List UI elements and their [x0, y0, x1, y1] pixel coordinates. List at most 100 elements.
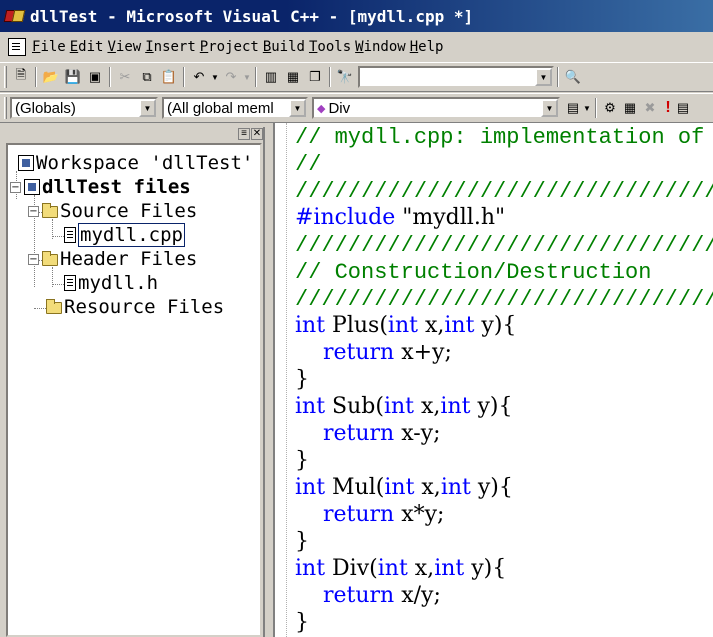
- title-bar[interactable]: dllTest - Microsoft Visual C++ - [mydll.…: [0, 0, 713, 32]
- document-icon[interactable]: [8, 38, 26, 56]
- chevron-down-icon[interactable]: ▼: [139, 99, 156, 117]
- code-line: return x/y;: [295, 582, 713, 609]
- code-keyword: int: [440, 475, 471, 500]
- tree-item-workspace[interactable]: Workspace 'dllTest': [18, 151, 253, 175]
- menu-item[interactable]: Window: [355, 39, 410, 55]
- go-icon[interactable]: ▤: [676, 97, 690, 119]
- code-line: #include "mydll.h": [295, 204, 713, 231]
- visual-cpp-app-icon[interactable]: [3, 5, 26, 27]
- stop-build-icon[interactable]: ✖: [640, 97, 660, 119]
- save-icon[interactable]: 💾: [62, 66, 84, 88]
- code-line: }: [295, 366, 713, 393]
- filter-combo-value: (All global meml: [167, 99, 274, 117]
- code-token: x+y;: [394, 340, 452, 365]
- toolbar-separator: [557, 67, 559, 87]
- tree-item-mydll-h[interactable]: mydll.h: [64, 271, 158, 295]
- paste-icon[interactable]: 📋: [158, 66, 180, 88]
- menu-item[interactable]: Edit: [70, 39, 108, 55]
- menu-item[interactable]: View: [107, 39, 145, 55]
- menu-item[interactable]: File: [32, 39, 70, 55]
- filter-combo[interactable]: (All global meml ▼: [162, 97, 308, 119]
- toolbar-separator: [35, 67, 37, 87]
- find-icon[interactable]: 🔍: [562, 66, 584, 88]
- menu-mnemonic: P: [199, 39, 209, 55]
- code-keyword: return: [322, 583, 395, 608]
- menu-label: indow: [363, 39, 406, 55]
- toolbar-separator: [183, 67, 185, 87]
- menu-bar: File Edit View Insert Project Build Tools Windo…: [0, 34, 713, 60]
- wizard-action-icon[interactable]: ▤: [564, 97, 582, 119]
- menu-label: nsert: [153, 39, 196, 55]
- output-window-icon[interactable]: ▦: [282, 66, 304, 88]
- copy-icon[interactable]: ⧉: [136, 66, 158, 88]
- menu-item[interactable]: Build: [263, 39, 309, 55]
- code-editor[interactable]: // mydll.cpp: implementation of /////////…: [273, 123, 713, 637]
- collapse-icon[interactable]: −: [28, 253, 39, 265]
- code-token: x*y;: [394, 502, 445, 527]
- redo-dropdown-icon[interactable]: ▼: [242, 66, 252, 88]
- find-combo[interactable]: ▼: [358, 66, 554, 88]
- collapse-icon[interactable]: −: [28, 205, 39, 217]
- undo-icon[interactable]: ↶: [188, 66, 210, 88]
- menu-item[interactable]: Tools: [309, 39, 355, 55]
- tree-item-label: dllTest files: [42, 176, 191, 198]
- tree-item-source-files[interactable]: − Source Files: [28, 199, 197, 223]
- toolbar-grip[interactable]: [4, 66, 7, 88]
- tree-item-label: Header Files: [60, 248, 198, 270]
- code-comment: // mydll.cpp: implementation of: [295, 125, 705, 150]
- class-combo-value: (Globals): [15, 99, 76, 117]
- editor-gutter[interactable]: [275, 123, 287, 637]
- code-keyword: int: [444, 313, 475, 338]
- chevron-down-icon[interactable]: ▼: [289, 99, 306, 117]
- tree-item-header-files[interactable]: − Header Files: [28, 247, 197, 271]
- code-keyword: int: [434, 556, 465, 581]
- code-keyword: return: [322, 340, 395, 365]
- tree-item-mydll-cpp[interactable]: mydll.cpp: [64, 223, 185, 247]
- chevron-down-icon[interactable]: ▼: [535, 68, 552, 86]
- workspace-icon: [18, 155, 34, 171]
- code-keyword: int: [377, 556, 408, 581]
- save-all-icon[interactable]: ▣: [84, 66, 106, 88]
- tree-item-project[interactable]: − dllTest files: [10, 175, 191, 199]
- wizard-action-dropdown-icon[interactable]: ▼: [582, 97, 592, 119]
- find-in-files-icon[interactable]: 🔭: [334, 66, 356, 88]
- code-line: ////////////////////////////////: [295, 177, 713, 204]
- code-token: }: [295, 448, 309, 473]
- compile-icon[interactable]: ⚙: [600, 97, 620, 119]
- window-title: dllTest - Microsoft Visual C++ - [mydll.…: [30, 6, 474, 26]
- tree-item-label: Workspace 'dllTest': [36, 152, 254, 174]
- code-line: return x+y;: [295, 339, 713, 366]
- redo-icon[interactable]: ↷: [220, 66, 242, 88]
- code-keyword: int: [387, 313, 418, 338]
- collapse-icon[interactable]: −: [10, 181, 21, 193]
- close-pane-icon[interactable]: ✕: [251, 128, 263, 140]
- open-folder-icon[interactable]: 📂: [40, 66, 62, 88]
- execute-icon[interactable]: !: [660, 97, 676, 119]
- code-comment: ////////////////////////////////: [295, 233, 713, 258]
- maximize-pane-icon[interactable]: ≡: [238, 128, 250, 140]
- undo-dropdown-icon[interactable]: ▼: [210, 66, 220, 88]
- class-combo[interactable]: (Globals) ▼: [10, 97, 158, 119]
- chevron-down-icon[interactable]: ▼: [541, 99, 558, 117]
- menu-item[interactable]: Insert: [145, 39, 200, 55]
- toolbar-grip[interactable]: [4, 97, 7, 119]
- cut-icon[interactable]: ✂: [114, 66, 136, 88]
- window-list-icon[interactable]: ❐: [304, 66, 326, 88]
- build-icon[interactable]: ▦: [620, 97, 640, 119]
- menu-label: ile: [40, 39, 66, 55]
- menu-label: elp: [418, 39, 444, 55]
- tree-item-resource-files[interactable]: Resource Files: [46, 295, 224, 319]
- member-combo[interactable]: ◆ Div ▼: [312, 97, 560, 119]
- workspace-window-icon[interactable]: ▥: [260, 66, 282, 88]
- menu-item[interactable]: Project: [200, 39, 263, 55]
- code-line: int Sub(int x,int y){: [295, 393, 713, 420]
- menu-item[interactable]: Help: [410, 39, 448, 55]
- standard-toolbar: 🗎 📂 💾 ▣ ✂ ⧉ 📋 ↶ ▼ ↷ ▼ ▥ ▦ ❐ 🔭 ▼ 🔍: [0, 62, 713, 92]
- code-line: ////////////////////////////////: [295, 285, 713, 312]
- new-text-file-icon[interactable]: 🗎: [10, 66, 32, 88]
- folder-open-icon: [42, 251, 58, 266]
- cpp-file-icon: [64, 227, 76, 243]
